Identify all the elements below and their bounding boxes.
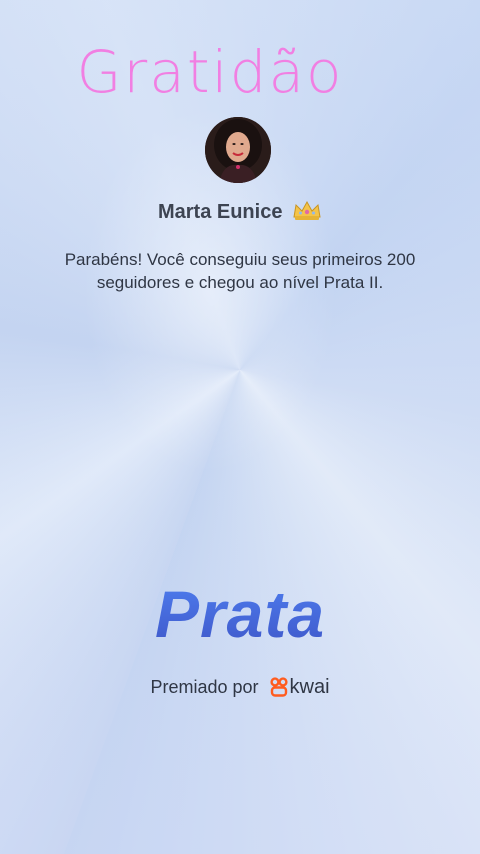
awarded-by-label: Premiado por bbox=[150, 677, 259, 697]
profile-name-row: Marta Eunice bbox=[0, 199, 480, 227]
kwai-logo-icon bbox=[269, 677, 288, 702]
congratulation-message: Parabéns! Você conseguiu seus primeiros … bbox=[64, 250, 416, 292]
avatar bbox=[205, 117, 271, 183]
level-name: Prata bbox=[0, 576, 480, 652]
kwai-brand-text: kwai bbox=[289, 676, 330, 698]
awarded-by-row: Premiado por kwai bbox=[0, 676, 480, 702]
profile-name: Marta Eunice bbox=[157, 201, 283, 223]
page-title: Gratidão bbox=[76, 38, 344, 106]
crown-icon bbox=[292, 199, 322, 227]
